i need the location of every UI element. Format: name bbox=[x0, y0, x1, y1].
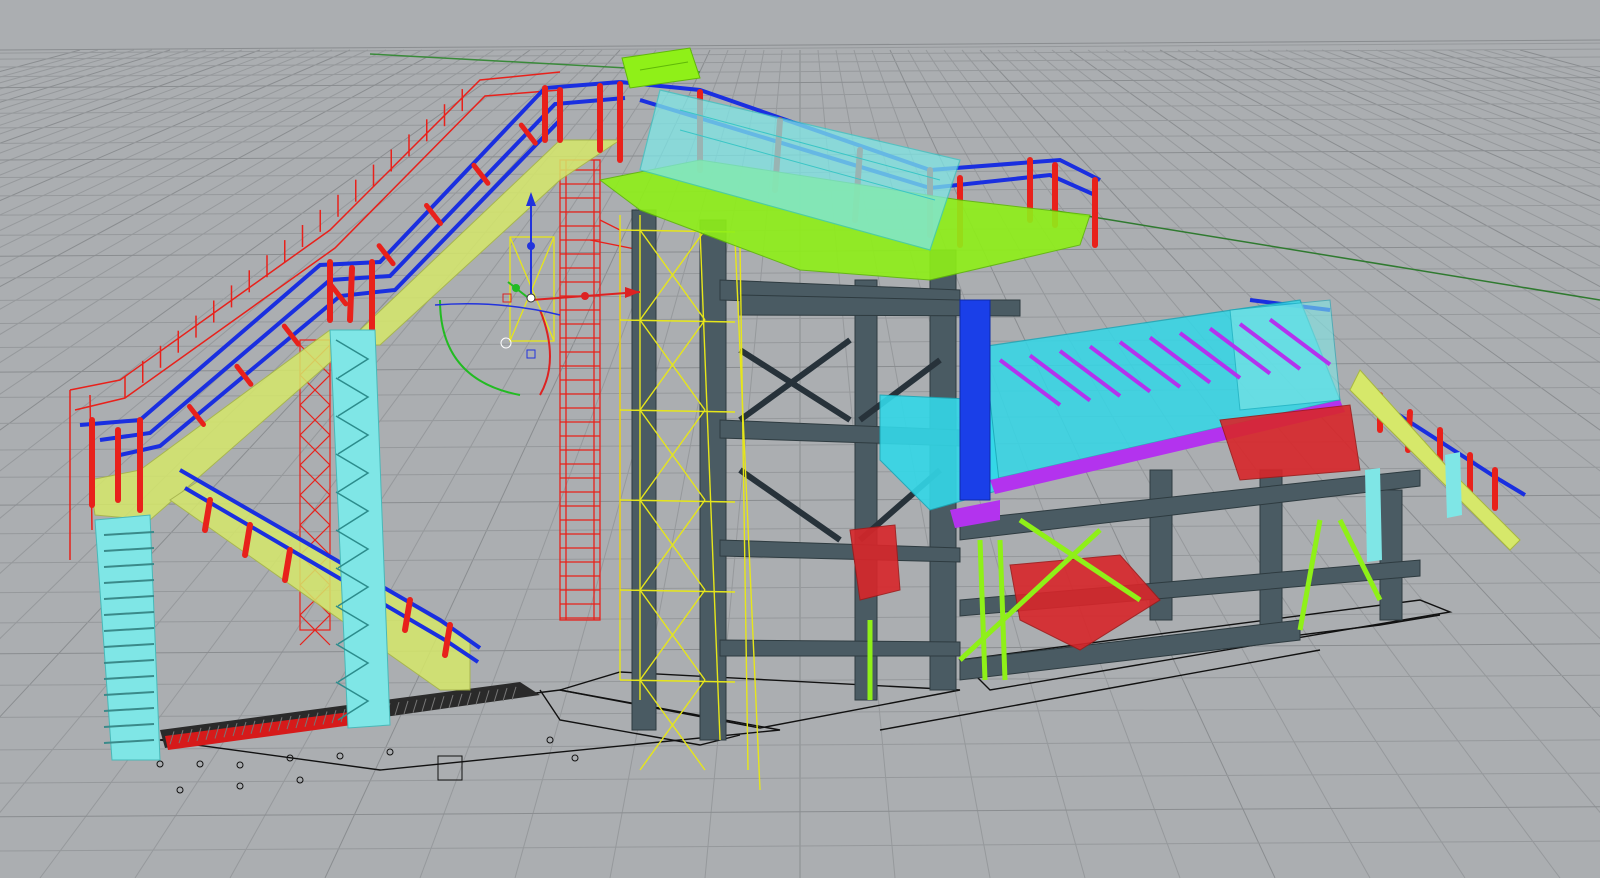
grid-line bbox=[0, 49, 513, 395]
red-scissor-tower[interactable] bbox=[559, 159, 641, 621]
model-canvas[interactable] bbox=[0, 0, 1600, 878]
grid-line bbox=[1321, 49, 1600, 154]
grid-line bbox=[0, 49, 117, 84]
cyan-support-column[interactable] bbox=[329, 329, 391, 729]
blue-column[interactable] bbox=[959, 299, 991, 501]
grid-line bbox=[1141, 49, 1600, 310]
ground-anchor-markers bbox=[156, 736, 579, 794]
grid-line bbox=[1465, 49, 1600, 90]
left-ladder[interactable] bbox=[94, 514, 161, 761]
perspective-viewport[interactable] bbox=[0, 0, 1600, 878]
grid-line bbox=[1519, 49, 1600, 73]
gumball-manipulator-icon[interactable] bbox=[434, 192, 641, 396]
handrail-post bbox=[347, 265, 355, 323]
grid-line bbox=[1375, 49, 1600, 126]
right-stair[interactable] bbox=[1349, 369, 1521, 562]
grid-line bbox=[0, 49, 81, 73]
grid-line bbox=[0, 49, 495, 364]
grid-line bbox=[0, 49, 459, 310]
grid-line bbox=[1483, 49, 1600, 84]
